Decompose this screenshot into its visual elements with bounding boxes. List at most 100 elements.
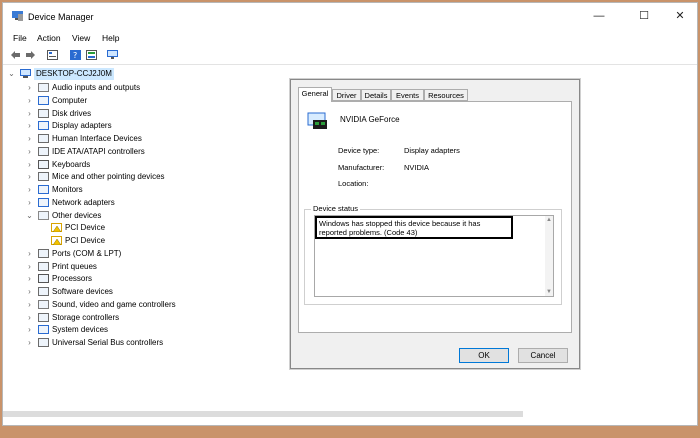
sound-icon xyxy=(38,299,49,309)
display-adapter-icon xyxy=(38,121,49,131)
expand-chevron-icon[interactable]: › xyxy=(25,108,34,120)
close-button[interactable]: ✕ xyxy=(666,7,694,25)
maximize-button[interactable]: ☐ xyxy=(630,7,658,25)
properties-icon[interactable] xyxy=(47,50,58,60)
speaker-icon xyxy=(38,83,49,92)
expand-chevron-icon[interactable]: › xyxy=(25,120,34,132)
tree-item-label: Network adapters xyxy=(52,197,115,207)
device-tree: ⌄ DESKTOP-CCJ2J0M › Audio inputs and outp… xyxy=(3,67,293,387)
forward-arrow-icon[interactable] xyxy=(25,50,36,60)
tree-item[interactable]: › Disk drives xyxy=(25,108,265,120)
expand-chevron-icon[interactable]: › xyxy=(25,299,34,311)
tree-item[interactable]: › Keyboards xyxy=(25,159,265,171)
tree-item[interactable]: › Human Interface Devices xyxy=(25,133,265,145)
tree-item[interactable]: › Sound, video and game controllers xyxy=(25,299,265,311)
title-bar[interactable]: Device Manager — ☐ ✕ xyxy=(3,3,697,29)
scroll-down-icon[interactable]: ▼ xyxy=(545,288,553,296)
tree-item[interactable]: › Display adapters xyxy=(25,120,265,132)
svg-text:?: ? xyxy=(73,51,77,60)
tree-item-label: Computer xyxy=(52,95,88,105)
tree-item[interactable]: › Universal Serial Bus controllers xyxy=(25,337,265,349)
ok-button[interactable]: OK xyxy=(459,348,509,363)
expand-chevron-icon[interactable]: › xyxy=(25,324,34,336)
status-scrollbar[interactable]: ▲ ▼ xyxy=(545,216,553,296)
keyboard-icon xyxy=(38,159,49,169)
manufacturer-value: NVIDIA xyxy=(404,163,430,172)
menu-help[interactable]: Help xyxy=(102,33,119,43)
tree-item[interactable]: ⌄ Other devices xyxy=(25,210,265,222)
expand-chevron-icon[interactable]: › xyxy=(25,184,34,196)
tree-item[interactable]: PCI Device xyxy=(39,222,279,234)
tree-item[interactable]: › Processors xyxy=(25,273,265,285)
tree-item-label: Ports (COM & LPT) xyxy=(52,248,122,258)
display-adapter-icon xyxy=(307,112,327,129)
tab-resources[interactable]: Resources xyxy=(424,89,468,101)
toolbar: ? xyxy=(3,47,697,65)
tree-item-label: Universal Serial Bus controllers xyxy=(52,338,164,347)
collapse-chevron-icon[interactable]: ⌄ xyxy=(25,210,34,222)
menu-view[interactable]: View xyxy=(72,33,90,43)
expand-chevron-icon[interactable]: › xyxy=(25,159,34,171)
tree-item[interactable]: › Network adapters xyxy=(25,197,265,209)
expand-chevron-icon[interactable]: › xyxy=(25,197,34,209)
menu-file[interactable]: File xyxy=(13,33,27,43)
tab-details[interactable]: Details xyxy=(361,89,391,101)
minimize-button[interactable]: — xyxy=(585,7,613,25)
tab-driver[interactable]: Driver xyxy=(332,89,361,101)
window-title: Device Manager xyxy=(28,12,94,22)
tree-item-label: Processors xyxy=(52,274,93,284)
tree-item[interactable]: PCI Device xyxy=(39,235,279,247)
tree-item-label: Sound, video and game controllers xyxy=(52,299,176,309)
expand-chevron-icon[interactable]: › xyxy=(25,248,34,260)
port-icon xyxy=(38,248,49,258)
tree-item-label: Mice and other pointing devices xyxy=(52,172,165,182)
tree-item-label: Display adapters xyxy=(52,121,112,131)
tab-events[interactable]: Events xyxy=(391,89,424,101)
menu-action[interactable]: Action xyxy=(37,33,61,43)
scroll-up-icon[interactable]: ▲ xyxy=(545,216,553,224)
device-status-text: Windows has stopped this device because … xyxy=(315,216,513,239)
tree-item[interactable]: › Mice and other pointing devices xyxy=(25,171,265,183)
tree-item-label: Other devices xyxy=(52,210,102,220)
tree-item-label: Keyboards xyxy=(52,159,91,169)
tab-general[interactable]: General xyxy=(298,87,332,102)
expand-chevron-icon[interactable]: › xyxy=(25,273,34,285)
back-arrow-icon[interactable] xyxy=(10,50,21,60)
tree-item[interactable]: › Monitors xyxy=(25,184,265,196)
expand-chevron-icon[interactable]: › xyxy=(25,133,34,145)
tree-item[interactable]: › Audio inputs and outputs xyxy=(25,82,265,94)
expand-chevron-icon[interactable]: › xyxy=(25,286,34,298)
printer-icon xyxy=(38,261,49,271)
usb-icon xyxy=(38,338,49,347)
storage-controller-icon xyxy=(38,312,49,322)
show-hidden-icon[interactable] xyxy=(86,50,97,60)
tree-item[interactable]: › Storage controllers xyxy=(25,312,265,324)
device-status-legend: Device status xyxy=(311,204,361,213)
expand-chevron-icon[interactable]: › xyxy=(25,95,34,107)
device-type-label: Device type: xyxy=(338,146,380,155)
tree-item[interactable]: › Ports (COM & LPT) xyxy=(25,248,265,260)
processor-icon xyxy=(38,274,49,284)
expand-chevron-icon[interactable]: › xyxy=(25,312,34,324)
tree-item[interactable]: › Software devices xyxy=(25,286,265,298)
expand-chevron-icon[interactable]: › xyxy=(25,337,34,349)
expand-chevron-icon[interactable]: › xyxy=(25,146,34,158)
expand-chevron-icon[interactable]: › xyxy=(25,82,34,94)
cancel-button[interactable]: Cancel xyxy=(518,348,568,363)
expand-chevron-icon[interactable]: › xyxy=(25,171,34,183)
expand-chevron-icon[interactable]: › xyxy=(25,261,34,273)
computer-icon xyxy=(20,69,31,78)
tree-item[interactable]: › Print queues xyxy=(25,261,265,273)
monitor-icon[interactable] xyxy=(107,50,118,60)
status-bar xyxy=(3,405,697,425)
tree-item[interactable]: › IDE ATA/ATAPI controllers xyxy=(25,146,265,158)
tree-item-label: Disk drives xyxy=(52,108,92,118)
tree-root[interactable]: ⌄ DESKTOP-CCJ2J0M xyxy=(7,68,247,80)
tree-item[interactable]: › System devices xyxy=(25,324,265,336)
pci-device-warning-icon xyxy=(51,236,62,245)
collapse-chevron-icon[interactable]: ⌄ xyxy=(7,68,16,80)
help-icon[interactable]: ? xyxy=(70,50,81,60)
tree-item-label: PCI Device xyxy=(65,236,106,245)
tree-item[interactable]: › Computer xyxy=(25,95,265,107)
horizontal-scrollbar[interactable] xyxy=(3,411,523,417)
